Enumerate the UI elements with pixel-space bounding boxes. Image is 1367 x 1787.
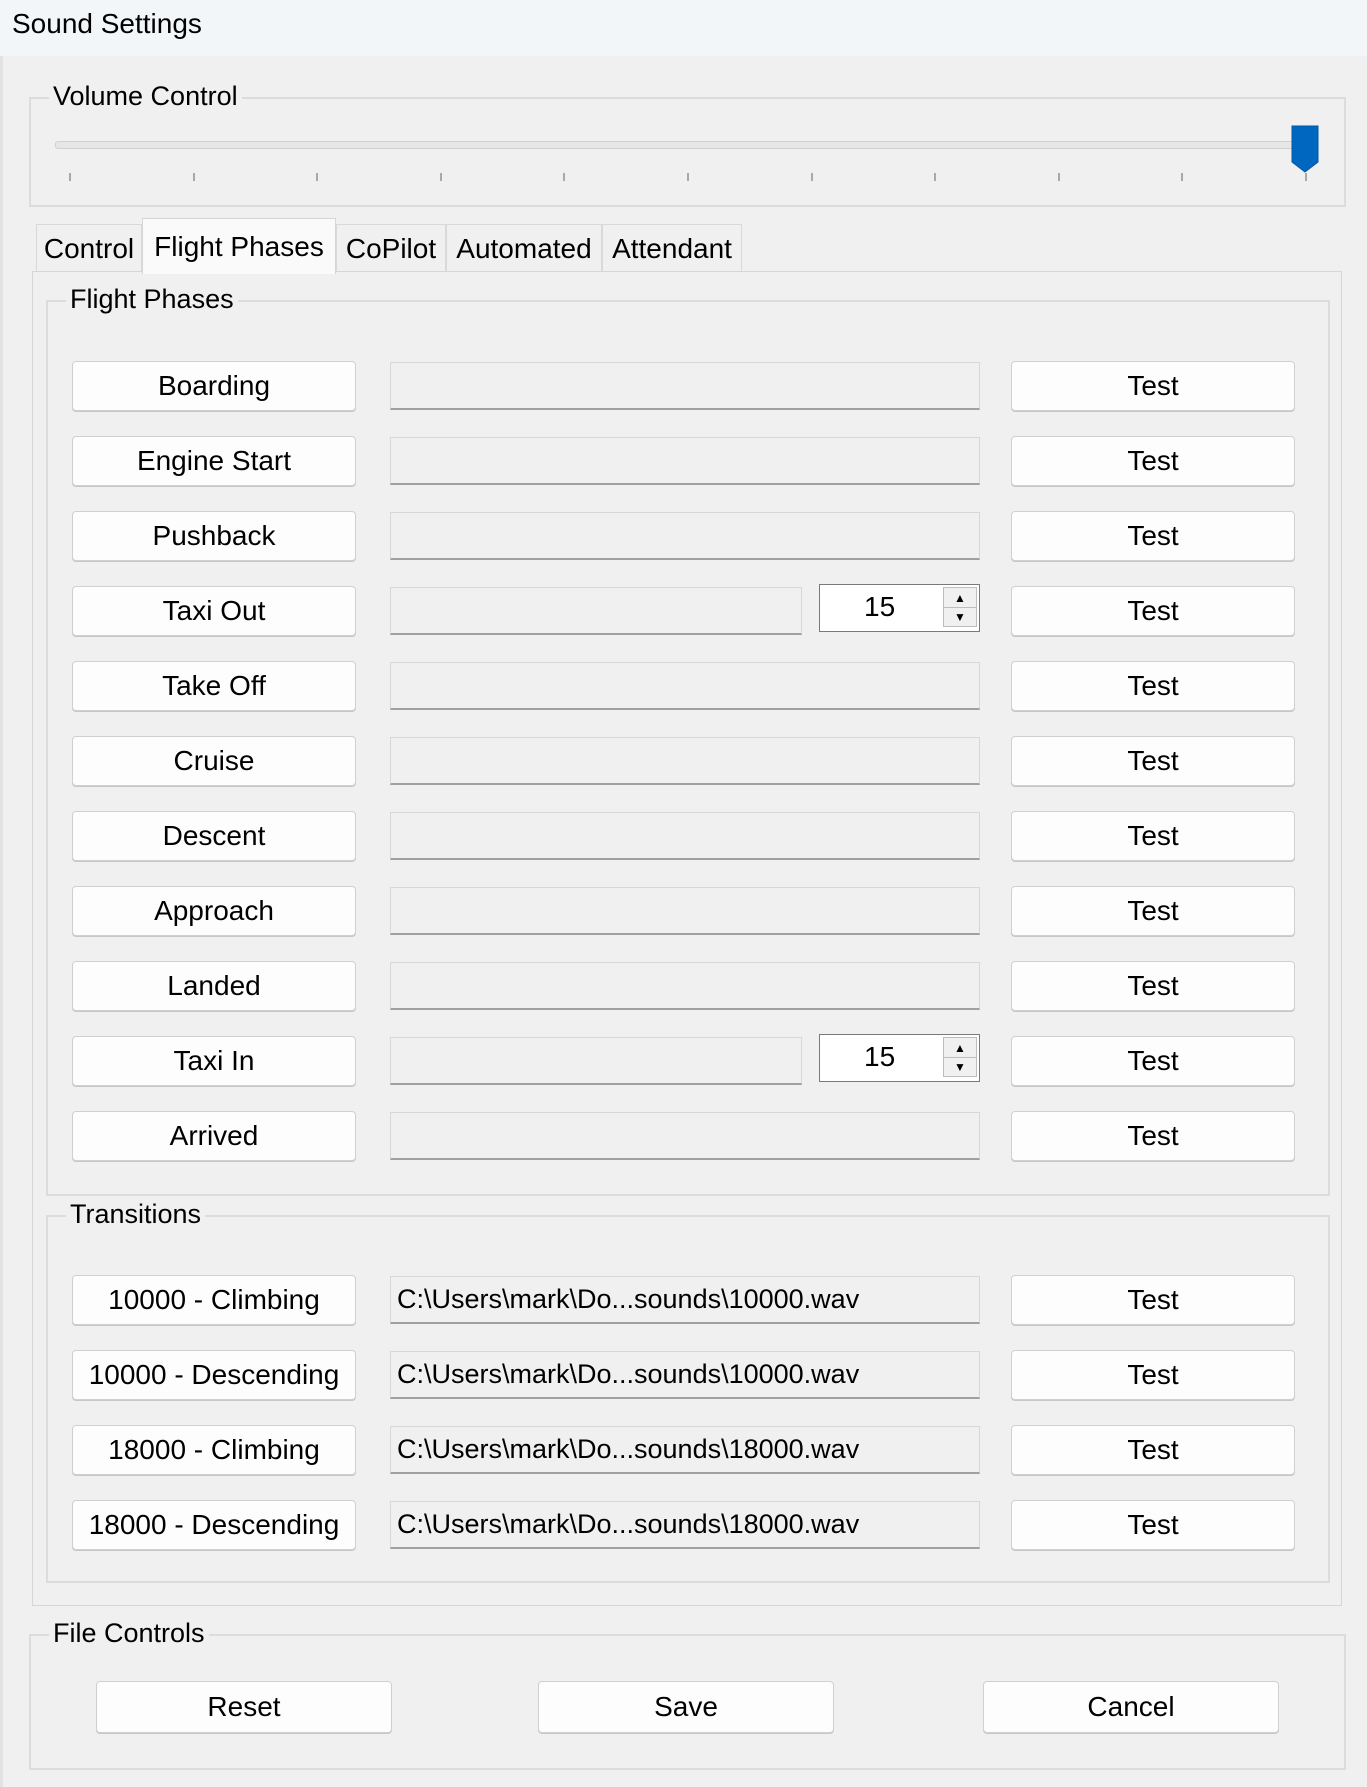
test-button[interactable]: Test <box>1011 961 1295 1011</box>
sound-name-button[interactable]: Pushback <box>72 511 356 561</box>
test-button[interactable]: Test <box>1011 361 1295 411</box>
transitions-group-label: Transitions <box>66 1197 206 1231</box>
sound-name-button[interactable]: Boarding <box>72 361 356 411</box>
sound-file-path-field[interactable] <box>390 737 980 785</box>
test-button[interactable]: Test <box>1011 1275 1295 1325</box>
spinner-down-icon[interactable]: ▼ <box>944 1057 976 1076</box>
tab-flight-phases[interactable]: Flight Phases <box>142 218 336 274</box>
tab-flight-phases-label: Flight Phases <box>154 230 324 262</box>
sound-name-button[interactable]: Cruise <box>72 736 356 786</box>
sound-file-path-field[interactable] <box>390 1037 802 1085</box>
sound-file-path-field[interactable] <box>390 437 980 485</box>
volume-control-group: Volume Control <box>29 79 1346 207</box>
sound-file-path-field[interactable] <box>390 587 802 635</box>
sound-name-button[interactable]: Taxi In <box>72 1036 356 1086</box>
tab-copilot[interactable]: CoPilot <box>336 224 446 272</box>
sound-name-button[interactable]: Landed <box>72 961 356 1011</box>
delay-spinner[interactable]: 15 ▲ ▼ <box>819 584 980 632</box>
volume-tick <box>1305 173 1307 181</box>
flight-phases-group-label: Flight Phases <box>66 282 238 316</box>
sound-file-path-field[interactable] <box>390 1112 980 1160</box>
delay-spinner[interactable]: 15 ▲ ▼ <box>819 1034 980 1082</box>
volume-control-label: Volume Control <box>49 79 242 113</box>
sound-name-button[interactable]: 10000 - Climbing <box>72 1275 356 1325</box>
sound-name-button[interactable]: 18000 - Descending <box>72 1500 356 1550</box>
tab-attendant-label: Attendant <box>612 232 732 264</box>
window-title: Sound Settings <box>12 8 202 39</box>
test-button[interactable]: Test <box>1011 586 1295 636</box>
test-button[interactable]: Test <box>1011 436 1295 486</box>
volume-tick <box>439 173 442 181</box>
test-button[interactable]: Test <box>1011 886 1295 936</box>
window-left-edge <box>0 56 3 1787</box>
sound-name-button[interactable]: Approach <box>72 886 356 936</box>
tab-copilot-label: CoPilot <box>345 232 437 264</box>
title-bar: Sound Settings <box>0 0 1367 56</box>
sound-file-path-field[interactable] <box>390 962 980 1010</box>
volume-slider-thumb[interactable] <box>1290 124 1320 174</box>
tab-automated-label: Automated <box>456 232 592 264</box>
delay-spinner-value: 15 <box>864 1041 896 1072</box>
sound-name-button[interactable]: 18000 - Climbing <box>72 1425 356 1475</box>
sound-name-button[interactable]: Taxi Out <box>72 586 356 636</box>
save-button[interactable]: Save <box>538 1681 834 1733</box>
delay-spinner-value: 15 <box>864 591 896 622</box>
test-button[interactable]: Test <box>1011 811 1295 861</box>
tab-attendant[interactable]: Attendant <box>602 224 742 272</box>
sound-file-path-field[interactable]: C:\Users\mark\Do...sounds\10000.wav <box>390 1276 980 1324</box>
tab-automated[interactable]: Automated <box>446 224 602 272</box>
volume-tick <box>1057 173 1060 181</box>
spinner-down-icon[interactable]: ▼ <box>944 607 976 626</box>
sound-file-path-field[interactable] <box>390 887 980 935</box>
sound-name-button[interactable]: Arrived <box>72 1111 356 1161</box>
flight-phases-tab-panel: Flight Phases Transitions Boarding Test En… <box>32 271 1342 1606</box>
sound-file-path-field[interactable] <box>390 662 980 710</box>
test-button[interactable]: Test <box>1011 1425 1295 1475</box>
sound-name-button[interactable]: 10000 - Descending <box>72 1350 356 1400</box>
test-button[interactable]: Test <box>1011 1500 1295 1550</box>
test-button[interactable]: Test <box>1011 1036 1295 1086</box>
sound-name-button[interactable]: Descent <box>72 811 356 861</box>
test-button[interactable]: Test <box>1011 511 1295 561</box>
volume-tick <box>192 173 195 181</box>
tab-control-label: Control <box>43 232 135 264</box>
volume-tick <box>810 173 813 181</box>
sound-file-path-field[interactable] <box>390 512 980 560</box>
test-button[interactable]: Test <box>1011 736 1295 786</box>
volume-tick <box>69 173 71 181</box>
spinner-arrows: ▲ ▼ <box>943 1037 977 1077</box>
sound-name-button[interactable]: Engine Start <box>72 436 356 486</box>
sound-file-path-field[interactable]: C:\Users\mark\Do...sounds\10000.wav <box>390 1351 980 1399</box>
spinner-up-icon[interactable]: ▲ <box>944 588 976 608</box>
test-button[interactable]: Test <box>1011 1111 1295 1161</box>
reset-button[interactable]: Reset <box>96 1681 392 1733</box>
volume-tick <box>1181 173 1184 181</box>
tab-control[interactable]: Control <box>36 224 142 272</box>
volume-tick <box>934 173 937 181</box>
volume-tick <box>316 173 319 181</box>
spinner-up-icon[interactable]: ▲ <box>944 1038 976 1058</box>
sound-name-button[interactable]: Take Off <box>72 661 356 711</box>
sound-file-path-field[interactable]: C:\Users\mark\Do...sounds\18000.wav <box>390 1426 980 1474</box>
volume-tick <box>687 173 689 181</box>
file-controls-label: File Controls <box>49 1616 209 1650</box>
spinner-arrows: ▲ ▼ <box>943 587 977 627</box>
test-button[interactable]: Test <box>1011 661 1295 711</box>
sound-file-path-field[interactable]: C:\Users\mark\Do...sounds\18000.wav <box>390 1501 980 1549</box>
volume-tick <box>563 173 566 181</box>
cancel-button[interactable]: Cancel <box>983 1681 1279 1733</box>
test-button[interactable]: Test <box>1011 1350 1295 1400</box>
volume-slider-track[interactable] <box>55 141 1307 149</box>
sound-file-path-field[interactable] <box>390 812 980 860</box>
sound-file-path-field[interactable] <box>390 362 980 410</box>
